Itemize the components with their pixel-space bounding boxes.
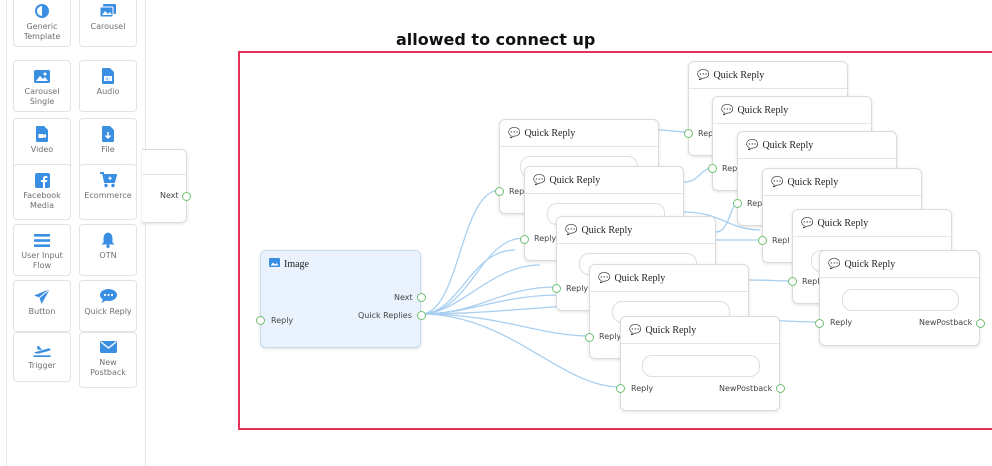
reply-port[interactable]	[708, 164, 717, 173]
reply-text-field[interactable]	[642, 355, 760, 377]
quick-reply-node[interactable]: 💬 Quick Reply Reply NewPostback	[815, 250, 985, 346]
wire	[420, 264, 541, 315]
reply-port-label: Reply	[830, 318, 853, 327]
chat-bubble-icon: 💬	[721, 104, 734, 116]
node-title: Quick Reply	[581, 224, 633, 236]
reply-port-label: Repl	[772, 236, 790, 245]
wire	[420, 313, 590, 337]
reply-port[interactable]	[733, 199, 742, 208]
chat-bubble-icon: 💬	[508, 127, 521, 139]
postback-port-label: NewPostback	[719, 384, 773, 393]
postback-port[interactable]	[776, 384, 785, 393]
chat-bubble-icon: 💬	[771, 176, 784, 188]
chat-bubble-icon: 💬	[533, 174, 546, 186]
reply-port[interactable]	[256, 316, 265, 325]
reply-port-label: Reply	[599, 332, 622, 341]
reply-text-field[interactable]	[842, 289, 959, 311]
wire	[747, 279, 794, 282]
reply-port[interactable]	[684, 129, 693, 138]
reply-port[interactable]	[616, 384, 625, 393]
node-title: Quick Reply	[737, 104, 789, 116]
quick-reply-node[interactable]: 💬 Quick Reply Reply NewPostback	[616, 316, 785, 411]
image-node[interactable]: Image Reply Next Quick Replies	[256, 250, 426, 348]
reply-port-label: Reply	[566, 284, 589, 293]
chat-bubble-icon: 💬	[565, 224, 578, 236]
reply-port-label: Repl	[802, 277, 820, 286]
reply-port[interactable]	[585, 333, 594, 342]
chat-bubble-icon: 💬	[697, 69, 710, 81]
node-title: Quick Reply	[524, 127, 576, 139]
quick-replies-port[interactable]	[417, 311, 426, 320]
chat-bubble-icon: 💬	[828, 258, 841, 270]
reply-port-label: Reply	[271, 316, 294, 325]
reply-port-label: Reply	[534, 234, 557, 243]
node-title: Quick Reply	[787, 176, 839, 188]
reply-port[interactable]	[788, 277, 797, 286]
reply-port-label: Rep	[698, 129, 714, 138]
node-title: Quick Reply	[713, 69, 765, 81]
wire	[420, 249, 516, 315]
chat-bubble-icon: 💬	[629, 324, 642, 336]
chat-bubble-icon: 💬	[598, 272, 611, 284]
next-port[interactable]	[417, 293, 426, 302]
node-title: Quick Reply	[645, 324, 697, 336]
image-icon	[269, 258, 280, 270]
postback-port[interactable]	[976, 319, 985, 328]
image-node-title: Image	[284, 258, 309, 270]
reply-port[interactable]	[495, 187, 504, 196]
image-node-header: Image	[261, 251, 420, 277]
quick-replies-port-label: Quick Replies	[358, 311, 412, 320]
reply-port-label: Rep	[509, 187, 525, 196]
node-title: Quick Reply	[844, 258, 896, 270]
wire	[420, 189, 501, 315]
chat-bubble-icon: 💬	[746, 139, 759, 151]
chat-bubble-icon: 💬	[801, 217, 814, 229]
reply-port[interactable]	[758, 236, 767, 245]
reply-port-label: Reply	[631, 384, 654, 393]
wire	[420, 237, 525, 315]
next-port-label: Next	[394, 293, 413, 302]
reply-port-label: Rep	[747, 199, 763, 208]
node-title: Quick Reply	[614, 272, 666, 284]
node-title: Quick Reply	[762, 139, 814, 151]
reply-port[interactable]	[815, 319, 824, 328]
wire	[657, 129, 688, 133]
node-title: Quick Reply	[549, 174, 601, 186]
postback-port-label: NewPostback	[919, 318, 973, 327]
reply-port-label: Rep	[722, 164, 738, 173]
reply-port[interactable]	[552, 284, 561, 293]
reply-port[interactable]	[520, 235, 529, 244]
node-title: Quick Reply	[817, 217, 869, 229]
